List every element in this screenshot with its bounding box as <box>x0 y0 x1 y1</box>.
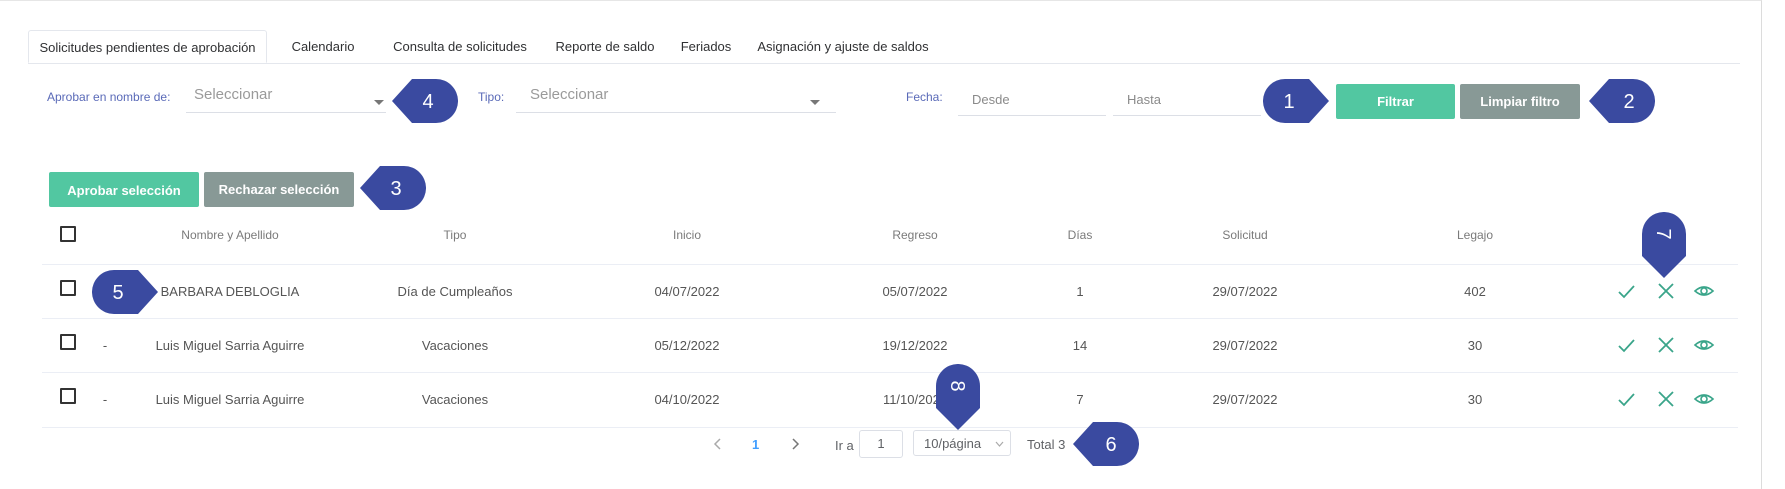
page-size-value: 10/página <box>924 436 982 451</box>
row-checkbox[interactable] <box>60 388 76 404</box>
callout-marker-7: 7 <box>1642 212 1686 278</box>
page-size-select[interactable]: 10/página <box>913 430 1011 456</box>
tab-bar: Solicitudes pendientes de aprobación Cal… <box>28 30 1740 64</box>
header-dias: Días <box>1067 228 1093 242</box>
callout-marker-5-label: 5 <box>112 282 123 304</box>
row-divider <box>42 427 1738 428</box>
row-divider <box>42 318 1738 319</box>
limpiar-filtro-button[interactable]: Limpiar filtro <box>1460 84 1580 119</box>
row-legajo: 402 <box>1464 284 1486 299</box>
row-nombre: Luis Miguel Sarria Aguirre <box>155 392 305 407</box>
row-legajo: 30 <box>1467 392 1483 407</box>
row-inicio: 05/12/2022 <box>654 338 720 353</box>
close-icon[interactable] <box>1655 280 1677 302</box>
filtrar-button[interactable]: Filtrar <box>1336 84 1455 119</box>
tipo-placeholder: Seleccionar <box>530 86 609 103</box>
tab-feriados[interactable]: Feriados <box>671 30 741 63</box>
header-divider <box>42 264 1738 265</box>
row-inicio: 04/07/2022 <box>654 284 720 299</box>
goto-label: Ir a <box>835 438 854 453</box>
callout-marker-3-label: 3 <box>390 178 401 200</box>
callout-marker-4: 4 <box>392 79 458 123</box>
row-dias: 1 <box>1076 284 1084 299</box>
row-prefix: - <box>102 338 108 353</box>
row-regreso: 05/07/2022 <box>882 284 948 299</box>
row-nombre: Luis Miguel Sarria Aguirre <box>155 338 305 353</box>
chevron-right-icon[interactable] <box>785 434 805 454</box>
row-divider <box>42 372 1738 373</box>
check-icon[interactable] <box>1615 388 1637 410</box>
callout-marker-4-label: 4 <box>422 91 433 113</box>
row-regreso: 19/12/2022 <box>882 338 948 353</box>
select-all-checkbox[interactable] <box>60 226 76 242</box>
header-tipo: Tipo <box>443 228 467 242</box>
eye-icon[interactable] <box>1693 388 1715 410</box>
callout-marker-6: 6 <box>1073 422 1139 466</box>
aprobar-en-nombre-placeholder: Seleccionar <box>194 86 273 103</box>
rechazar-seleccion-button[interactable]: Rechazar selección <box>204 172 354 207</box>
tab-asignacion-ajuste[interactable]: Asignación y ajuste de saldos <box>753 30 933 63</box>
check-icon[interactable] <box>1615 280 1637 302</box>
close-icon[interactable] <box>1655 388 1677 410</box>
tab-calendario[interactable]: Calendario <box>278 30 368 63</box>
callout-marker-5: 5 <box>92 270 158 314</box>
callout-marker-8-label: 8 <box>946 380 968 391</box>
row-tipo: Vacaciones <box>421 392 489 407</box>
row-tipo: Día de Cumpleaños <box>397 284 513 299</box>
tipo-select[interactable]: Seleccionar <box>516 82 836 113</box>
row-checkbox[interactable] <box>60 280 76 296</box>
row-dias: 14 <box>1072 338 1088 353</box>
header-solicitud: Solicitud <box>1222 228 1268 242</box>
page-frame <box>0 0 1762 489</box>
eye-icon[interactable] <box>1693 280 1715 302</box>
close-icon[interactable] <box>1655 334 1677 356</box>
aprobar-seleccion-button[interactable]: Aprobar selección <box>49 172 199 207</box>
goto-page-input[interactable]: 1 <box>859 430 903 458</box>
chevron-down-icon <box>995 441 1004 447</box>
tab-consulta-solicitudes[interactable]: Consulta de solicitudes <box>380 30 540 63</box>
callout-marker-2: 2 <box>1589 79 1655 123</box>
row-prefix: - <box>102 392 108 407</box>
fecha-desde-input[interactable]: Desde <box>958 84 1106 116</box>
callout-marker-7-label: 7 <box>1652 228 1674 239</box>
tab-reporte-saldo[interactable]: Reporte de saldo <box>550 30 660 63</box>
fecha-hasta-input[interactable]: Hasta <box>1113 84 1261 116</box>
chevron-down-icon <box>374 100 384 105</box>
callout-marker-1: 1 <box>1263 79 1329 123</box>
header-nombre: Nombre y Apellido <box>181 228 279 242</box>
aprobar-en-nombre-select[interactable]: Seleccionar <box>186 82 386 113</box>
callout-marker-6-label: 6 <box>1105 434 1116 456</box>
row-solicitud: 29/07/2022 <box>1212 392 1278 407</box>
chevron-left-icon[interactable] <box>708 434 728 454</box>
row-solicitud: 29/07/2022 <box>1212 284 1278 299</box>
callout-marker-8: 8 <box>936 364 980 430</box>
current-page[interactable]: 1 <box>752 437 759 452</box>
row-tipo: Vacaciones <box>421 338 489 353</box>
row-checkbox[interactable] <box>60 334 76 350</box>
fecha-label: Fecha: <box>906 90 943 104</box>
check-icon[interactable] <box>1615 334 1637 356</box>
callout-marker-2-label: 2 <box>1623 91 1634 113</box>
callout-marker-3: 3 <box>360 166 426 210</box>
row-nombre: BARBARA DEBLOGLIA <box>160 284 300 299</box>
row-legajo: 30 <box>1467 338 1483 353</box>
chevron-down-icon <box>810 100 820 105</box>
eye-icon[interactable] <box>1693 334 1715 356</box>
header-inicio: Inicio <box>672 228 701 242</box>
header-regreso: Regreso <box>892 228 938 242</box>
total-count: Total 3 <box>1027 437 1066 452</box>
row-inicio: 04/10/2022 <box>654 392 720 407</box>
aprobar-en-nombre-label: Aprobar en nombre de: <box>47 90 171 104</box>
callout-marker-1-label: 1 <box>1283 91 1294 113</box>
tab-solicitudes-pendientes[interactable]: Solicitudes pendientes de aprobación <box>28 30 267 63</box>
row-solicitud: 29/07/2022 <box>1212 338 1278 353</box>
row-dias: 7 <box>1076 392 1084 407</box>
tipo-label: Tipo: <box>478 90 505 104</box>
header-legajo: Legajo <box>1456 228 1494 242</box>
